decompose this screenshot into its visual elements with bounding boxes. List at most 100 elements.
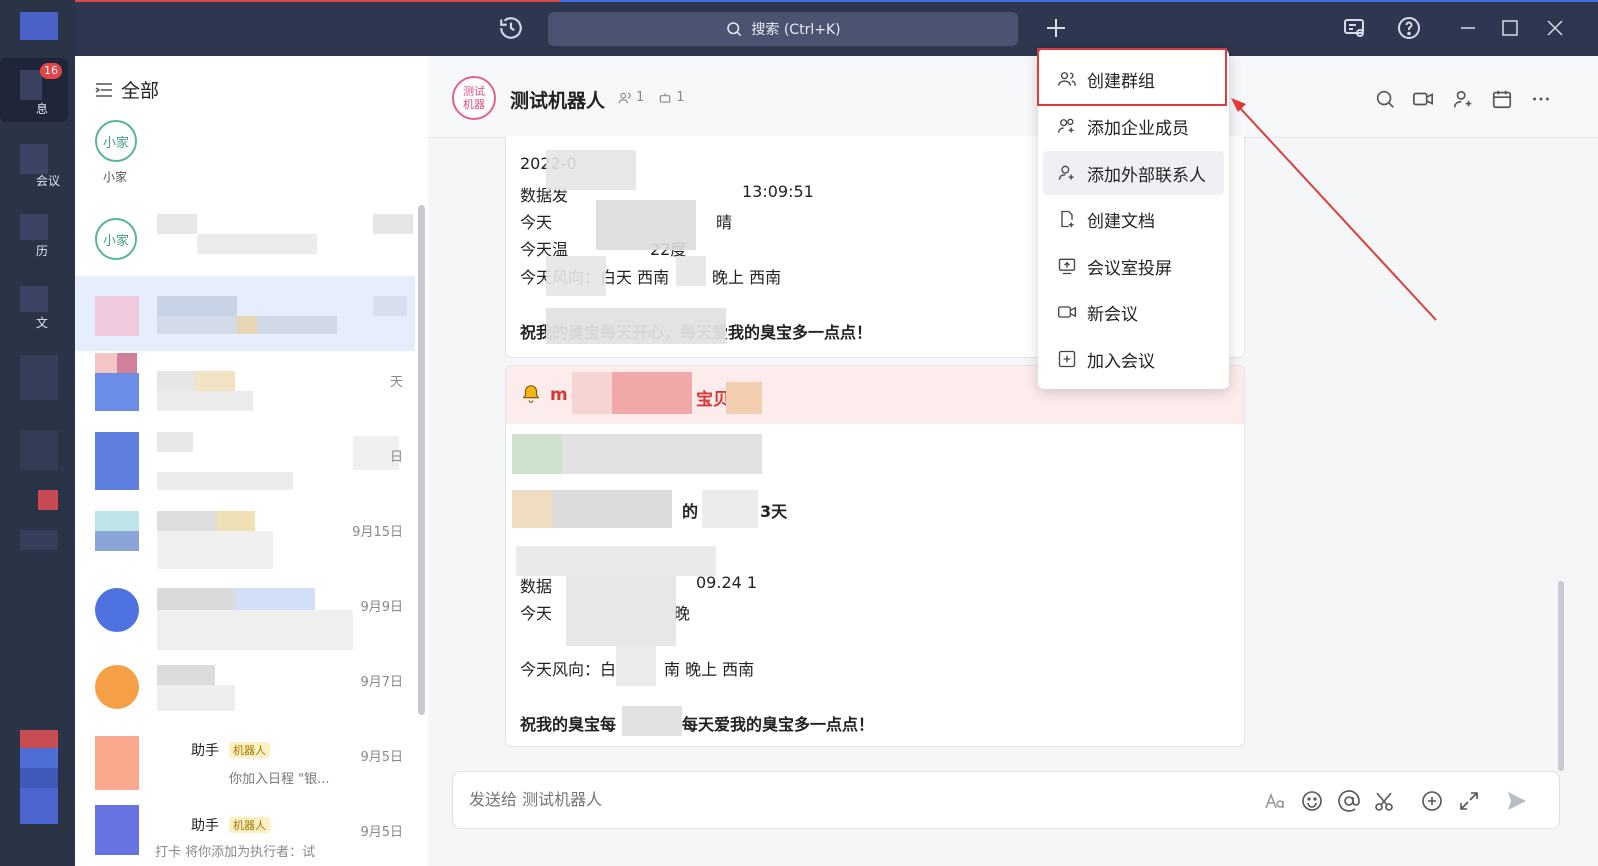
plus-icon[interactable]: [1044, 16, 1068, 40]
maximize-icon[interactable]: [1500, 18, 1520, 38]
alert-title: m: [550, 385, 568, 405]
menu-item-label: 添加外部联系人: [1087, 165, 1206, 186]
chat-search-icon[interactable]: [1374, 88, 1396, 110]
menu-item-create-doc[interactable]: 创建文档: [1043, 197, 1224, 241]
list-item[interactable]: 助手 机器人 打卡 将你添加为执行者：试 9月5日: [75, 801, 415, 866]
add-member-icon[interactable]: [1452, 88, 1474, 110]
video-call-icon[interactable]: [1412, 88, 1434, 110]
send-icon[interactable]: [1505, 789, 1529, 813]
menu-item-add-external-contact[interactable]: 添加外部联系人: [1043, 151, 1224, 195]
menu-item-join-meeting[interactable]: 加入会议: [1043, 337, 1224, 381]
list-filter-header[interactable]: 全部: [95, 76, 159, 103]
app-logo: [20, 12, 58, 40]
list-item[interactable]: 9月7日: [75, 651, 415, 726]
search-input[interactable]: 搜索 (Ctrl+K): [548, 12, 1018, 46]
message-input[interactable]: [469, 790, 1169, 809]
conversation-name: 助手: [191, 743, 219, 759]
list-filter-label: 全部: [121, 80, 160, 102]
mention-icon[interactable]: [1337, 789, 1361, 813]
conversation-avatar: 小家: [95, 218, 137, 260]
expand-icon[interactable]: [1457, 789, 1481, 813]
message-line-tail: 晴: [716, 213, 733, 232]
list-item[interactable]: 小家: [75, 204, 415, 279]
message-line: 今天: [520, 604, 553, 623]
chat-scrollbar[interactable]: [1558, 581, 1564, 771]
screen-cast-icon[interactable]: [1342, 16, 1366, 40]
search-icon: [727, 22, 742, 37]
bot-avatar[interactable]: 测试 机器: [452, 76, 496, 120]
member-count-value: 1: [636, 90, 645, 105]
conversation-date: 天: [389, 375, 403, 390]
message-line-mid: 的: [682, 502, 699, 521]
list-item[interactable]: 天: [75, 351, 415, 426]
message-line-tail: 13:09:51: [742, 182, 814, 201]
bot-count[interactable]: 1: [658, 90, 685, 105]
create-doc-icon: [1061, 210, 1074, 228]
menu-item-label: 添加企业成员: [1087, 118, 1189, 139]
conversation-date: 9月15日: [352, 525, 403, 540]
more-icon[interactable]: [1530, 88, 1552, 110]
video-icon: [1058, 306, 1076, 318]
message-line: 今天风向：白: [520, 660, 617, 679]
menu-item-label: 加入会议: [1087, 351, 1155, 372]
list-item[interactable]: 助手 机器人 你加入日程 "银... 9月5日: [75, 726, 415, 801]
conversation-date: 9月7日: [360, 675, 403, 690]
text-format-icon[interactable]: [1263, 789, 1287, 813]
menu-item-add-members[interactable]: 添加企业成员: [1043, 104, 1224, 148]
calendar-icon[interactable]: [1491, 88, 1513, 110]
conversation-avatar-text: 小家: [102, 233, 129, 249]
robot-icon: [660, 92, 671, 103]
conversation-name: 助手: [191, 818, 219, 834]
bot-count-value: 1: [676, 90, 685, 105]
menu-item-screen-share[interactable]: 会议室投屏: [1043, 244, 1224, 288]
conversation-preview: 打卡 将你添加为执行者：试: [155, 845, 316, 860]
message-line: 祝我的臭宝每: [520, 715, 617, 734]
filter-menu-icon: [95, 82, 112, 97]
conversation-date: 9月5日: [360, 825, 403, 840]
conversation-date: 9月9日: [360, 600, 403, 615]
list-item-selected[interactable]: [75, 276, 415, 351]
history-icon[interactable]: [498, 15, 524, 41]
message-line-tail: 每天爱我的臭宝多一点点！: [682, 715, 875, 734]
add-members-icon: [1058, 118, 1074, 133]
members-icon: [618, 92, 631, 103]
member-count[interactable]: 1: [618, 90, 644, 105]
bot-avatar-text: 测试 机器: [463, 85, 485, 111]
rail-label-messages: 息: [36, 102, 49, 116]
rail-item-meetings[interactable]: 会议: [0, 140, 75, 200]
add-contact-icon: [1058, 165, 1074, 180]
title-bar: 搜索 (Ctrl+K): [0, 0, 1598, 56]
alert-title-tail: 宝贝: [696, 390, 730, 410]
message-card: m 宝贝 6 的 3天 数据 09.24 1 今天 晚 今天风向：白 南 晚上 …: [505, 365, 1245, 747]
emoji-icon[interactable]: [1300, 789, 1324, 813]
message-line-tail: 晚上 西南: [712, 268, 782, 287]
rail-label-docs: 文: [36, 316, 49, 330]
pinned-avatar[interactable]: 小家: [95, 120, 137, 162]
add-attachment-icon[interactable]: [1420, 789, 1444, 813]
conversation-date: 日: [389, 450, 403, 465]
list-item[interactable]: 9月15日: [75, 501, 415, 576]
close-icon[interactable]: [1545, 18, 1565, 38]
minimize-icon[interactable]: [1458, 18, 1478, 38]
list-item[interactable]: 9月9日: [75, 576, 415, 651]
help-icon[interactable]: [1397, 16, 1421, 40]
accent-line-blue: [560, 0, 1598, 2]
chat-title[interactable]: 测试机器人: [510, 86, 605, 113]
bot-tag: 机器人: [229, 817, 270, 833]
conversation-preview: 你加入日程 "银...: [229, 772, 330, 787]
message-composer: [452, 771, 1560, 829]
menu-item-new-meeting[interactable]: 新会议: [1043, 290, 1224, 334]
chat-header: 测试 机器 测试机器人 1 1: [428, 56, 1598, 138]
message-line-tail: 南 晚上 西南: [664, 660, 755, 679]
menu-item-create-group[interactable]: 创建群组: [1043, 57, 1224, 101]
group-icon: [1058, 72, 1076, 86]
rail-item-docs[interactable]: 文: [0, 282, 75, 342]
list-item[interactable]: 日: [75, 426, 415, 501]
message-line: 数据: [520, 577, 553, 596]
accent-line-red: [0, 0, 560, 2]
rail-label-meetings: 会议: [36, 174, 61, 188]
rail-item-calendar[interactable]: 历: [0, 210, 75, 270]
bell-icon: [522, 385, 540, 403]
screenshot-icon[interactable]: [1373, 789, 1397, 813]
list-scrollbar[interactable]: [418, 205, 425, 715]
